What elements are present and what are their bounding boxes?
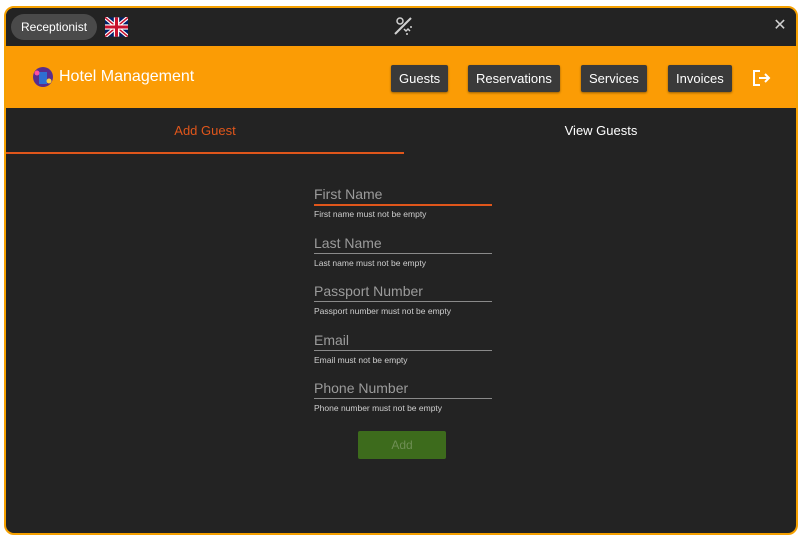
nav-invoices-button[interactable]: Invoices: [668, 65, 732, 92]
phone-number-label: Phone Number: [314, 380, 409, 396]
app-header: Hotel Management Guests Reservations Ser…: [6, 46, 796, 108]
passport-number-field[interactable]: Passport Number Passport number must not…: [314, 281, 494, 330]
title-bar: Receptionist ✕: [6, 8, 796, 46]
theme-toggle-icon[interactable]: [391, 14, 415, 38]
nav-guests-button[interactable]: Guests: [391, 65, 449, 92]
email-label: Email: [314, 331, 350, 348]
email-field[interactable]: Email Email must not be empty: [314, 330, 494, 379]
hotel-logo-icon: [33, 67, 53, 87]
add-guest-button[interactable]: Add: [358, 431, 446, 459]
passport-number-label: Passport Number: [314, 283, 423, 299]
phone-number-field[interactable]: Phone Number Phone number must not be em…: [314, 378, 494, 427]
passport-number-underline: [314, 301, 492, 302]
close-button[interactable]: ✕: [770, 16, 790, 36]
nav-services-button[interactable]: Services: [581, 65, 647, 92]
last-name-label: Last Name: [314, 234, 382, 251]
app-title: Hotel Management: [59, 68, 195, 85]
tab-view-guests[interactable]: View Guests: [404, 108, 796, 154]
tab-bar: Add Guest View Guests: [6, 108, 796, 154]
nav-reservations-button[interactable]: Reservations: [468, 65, 560, 92]
email-error: Email must not be empty: [314, 354, 408, 365]
passport-number-error: Passport number must not be empty: [314, 306, 452, 316]
last-name-field[interactable]: Last Name Last name must not be empty: [314, 233, 494, 282]
active-tab-indicator: [6, 152, 404, 154]
first-name-underline: [314, 204, 492, 206]
last-name-underline: [314, 252, 492, 254]
logout-icon[interactable]: [751, 68, 771, 88]
tab-add-guest[interactable]: Add Guest: [6, 108, 404, 154]
email-underline: [314, 349, 492, 351]
first-name-field[interactable]: First Name First name must not be empty: [314, 184, 494, 233]
uk-flag-icon[interactable]: [105, 17, 128, 37]
role-badge[interactable]: Receptionist: [11, 14, 98, 40]
add-guest-form: First Name First name must not be empty …: [314, 184, 494, 427]
phone-number-underline: [314, 398, 492, 399]
first-name-label: First Name: [314, 186, 383, 202]
app-window: Receptionist ✕ Hotel Management Guests R…: [4, 6, 798, 535]
phone-number-error: Phone number must not be empty: [314, 403, 443, 413]
last-name-error: Last name must not be empty: [314, 257, 426, 268]
first-name-error: First name must not be empty: [314, 209, 427, 219]
